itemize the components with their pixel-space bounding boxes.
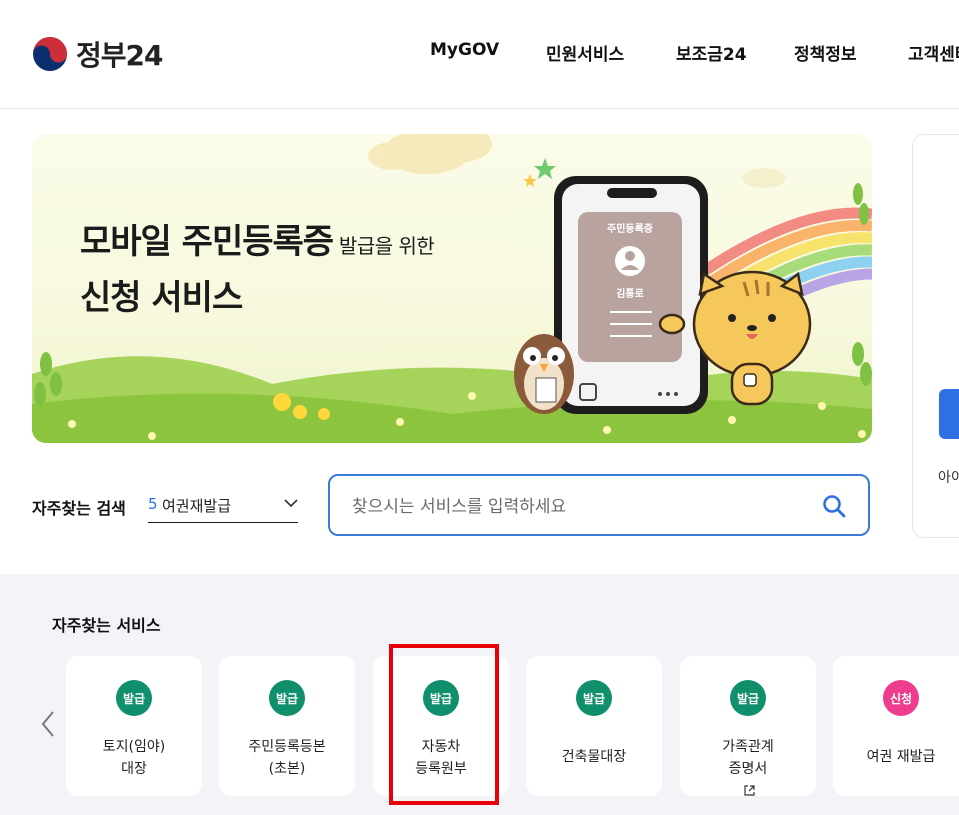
search-input[interactable]	[350, 492, 804, 522]
frequent-services-title: 자주찾는 서비스	[52, 616, 161, 635]
nav-customer-center[interactable]: 고객센터	[908, 40, 959, 65]
nav-policy-info[interactable]: 정책정보	[794, 40, 857, 65]
site-logo[interactable]: 정부24	[32, 34, 163, 74]
service-card-family-certificate[interactable]: 발급 가족관계 증명서	[680, 656, 816, 796]
chevron-down-icon	[284, 499, 298, 508]
banner-title-line1: 모바일 주민등록증 발급을 위한	[80, 214, 435, 263]
taegeuk-emblem-icon	[33, 37, 67, 71]
service-card-land-register[interactable]: 발급 토지(임야) 대장	[66, 656, 202, 796]
service-search-box	[328, 474, 870, 536]
service-name-line: 대장	[121, 761, 147, 777]
service-name: 가족관계 증명서	[680, 736, 816, 802]
service-name: 주민등록등본 (초본)	[219, 736, 355, 780]
service-card-building-register[interactable]: 발급 건축물대장	[526, 656, 662, 796]
external-link-icon	[743, 785, 755, 796]
id-card-title: 주민등록증	[607, 222, 653, 235]
service-name-line: 등록원부	[415, 761, 467, 777]
chevron-left-icon[interactable]	[40, 710, 56, 738]
banner-title-line2: 신청 서비스	[80, 278, 243, 318]
promo-banner[interactable]: 주민등록증 김통로 모바일 주민등록증 발급을 위한 신청 서비스	[32, 134, 872, 443]
service-card-resident-register[interactable]: 발급 주민등록등본 (초본)	[219, 656, 355, 796]
frequent-services-section: 자주찾는 서비스 발급 토지(임야) 대장 발급 주민등록등본 (초본) 발급 …	[0, 574, 959, 815]
service-badge: 발급	[269, 680, 305, 716]
service-badge: 신청	[883, 680, 919, 716]
id-card-name: 김통로	[616, 288, 644, 300]
service-badge: 발급	[576, 680, 612, 716]
service-name: 건축물대장	[526, 746, 662, 768]
service-name-line: 여권 재발급	[866, 749, 936, 765]
search-icon[interactable]	[822, 494, 846, 518]
frequent-search-rank: 5	[148, 495, 158, 513]
service-badge: 발급	[423, 680, 459, 716]
nav-subsidy24[interactable]: 보조금24	[676, 40, 747, 65]
frequent-search-keyword: 여권재발급	[162, 497, 232, 515]
site-header: 정부24 MyGOV 민원서비스 보조금24 정책정보 고객센터	[0, 0, 959, 109]
service-card-vehicle-register[interactable]: 발급 자동차 등록원부	[373, 656, 509, 796]
service-badge: 발급	[116, 680, 152, 716]
service-name-line: 가족관계	[722, 739, 774, 755]
service-name-line: 주민등록등본	[248, 739, 326, 755]
service-name-line: (초본)	[268, 761, 306, 777]
service-name: 여권 재발급	[833, 746, 959, 768]
service-card-passport-reissue[interactable]: 신청 여권 재발급	[833, 656, 959, 796]
login-button[interactable]	[939, 389, 959, 439]
service-name-line: 토지(임야)	[102, 739, 166, 755]
frequent-search-label: 자주찾는 검색	[32, 499, 126, 518]
side-card-text[interactable]: 아이	[938, 467, 959, 487]
service-name: 자동차 등록원부	[373, 736, 509, 780]
banner-title-small: 발급을 위한	[333, 234, 435, 258]
frequent-search-select[interactable]: 5 여권재발급	[148, 490, 298, 523]
login-side-card: 아이	[912, 134, 959, 538]
service-name-line: 자동차	[421, 739, 461, 755]
service-badge: 발급	[730, 680, 766, 716]
service-name-line: 건축물대장	[561, 749, 627, 765]
nav-mygov[interactable]: MyGOV	[430, 40, 499, 60]
service-name-line: 증명서	[728, 761, 768, 777]
logo-text: 정부24	[76, 39, 163, 72]
service-name: 토지(임야) 대장	[66, 736, 202, 780]
nav-civil-services[interactable]: 민원서비스	[546, 40, 624, 65]
banner-title-bold: 모바일 주민등록증	[80, 222, 334, 262]
